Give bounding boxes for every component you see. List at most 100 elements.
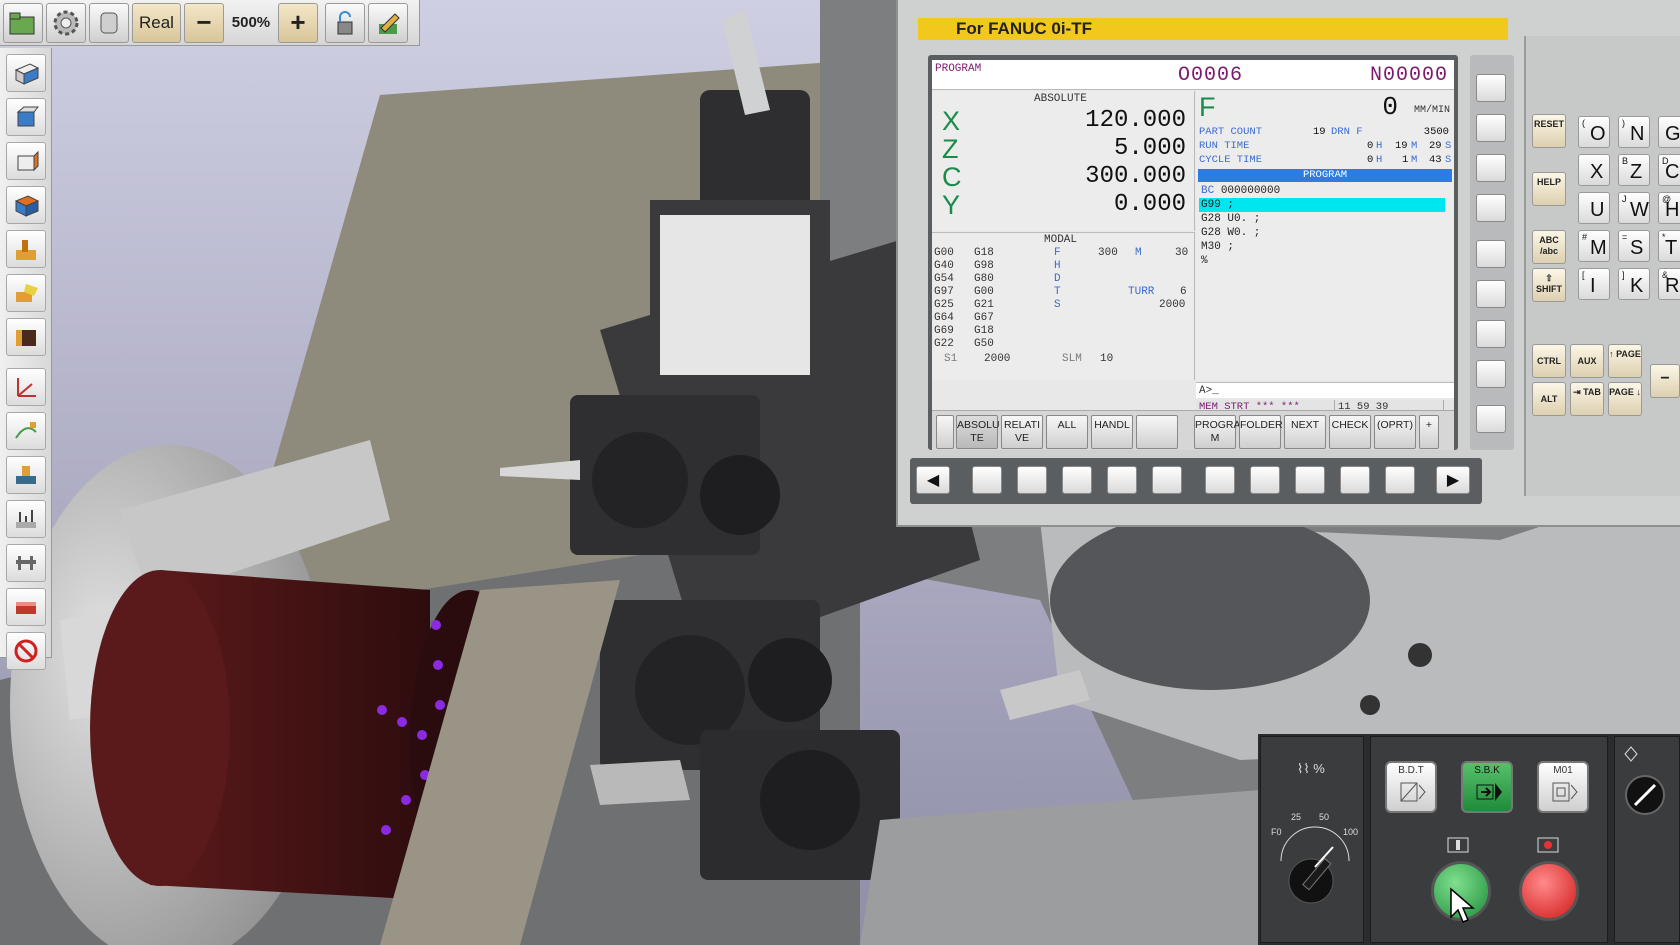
mdi-key-z[interactable]: BZ xyxy=(1618,154,1650,186)
mdi-key-t[interactable]: * T xyxy=(1658,230,1680,262)
material-button[interactable] xyxy=(6,588,46,626)
optional-stop-button[interactable]: M01 xyxy=(1537,761,1589,813)
cnc-control-panel: For FANUC 0i-TF PROGRAM O0006 N00000 ABS… xyxy=(896,0,1680,527)
mdi-key-o[interactable]: (O xyxy=(1578,116,1610,148)
softkey-prev-button[interactable]: ◀ xyxy=(916,466,950,494)
softkey-folder[interactable]: FOLDER xyxy=(1239,415,1283,449)
workpiece-button[interactable] xyxy=(6,274,46,312)
coordinate-button[interactable] xyxy=(6,368,46,406)
side-key[interactable] xyxy=(1476,114,1506,142)
mdi-key-r[interactable]: & R xyxy=(1658,268,1680,300)
aux-key[interactable]: AUX xyxy=(1570,344,1604,378)
softkey-button[interactable] xyxy=(1017,466,1047,494)
page-down-key[interactable]: PAGE ↓ xyxy=(1608,382,1642,416)
softkey-button[interactable] xyxy=(1152,466,1182,494)
mdi-key-n[interactable]: ) N xyxy=(1618,116,1650,148)
softkey-button[interactable] xyxy=(1295,466,1325,494)
mdi-key-h[interactable]: @ H xyxy=(1658,192,1680,224)
side-key[interactable] xyxy=(1476,240,1506,268)
softkey-program[interactable]: PROGRA M xyxy=(1194,415,1241,449)
caliper-button[interactable] xyxy=(6,544,46,582)
tab-key[interactable]: ⇥ TAB xyxy=(1570,382,1604,416)
unlock-button[interactable] xyxy=(324,2,365,43)
drn-value: 3500 xyxy=(1423,126,1449,138)
side-key[interactable] xyxy=(1476,154,1506,182)
softkey-blank[interactable] xyxy=(1136,415,1178,449)
program-listing[interactable]: BC 000000000 G99 ; G28 U0. ; G28 W0. ; M… xyxy=(1199,184,1451,268)
alt-key[interactable]: ALT xyxy=(1532,382,1566,416)
view-side-button[interactable] xyxy=(6,142,46,180)
machine-button[interactable] xyxy=(6,230,46,268)
softkey-button[interactable] xyxy=(1205,466,1235,494)
softkey-all[interactable]: ALL xyxy=(1046,415,1088,449)
softkey-next-button[interactable]: ▶ xyxy=(1436,466,1470,494)
softkey-absolute[interactable]: ABSOLU TE xyxy=(956,415,1000,449)
softkey-button[interactable] xyxy=(1250,466,1280,494)
softkey-button[interactable] xyxy=(1340,466,1370,494)
view-front-button[interactable] xyxy=(6,98,46,136)
s1-value: 2000 xyxy=(984,353,1011,365)
tool-edit-button[interactable] xyxy=(367,2,408,43)
toolpath-button[interactable] xyxy=(6,412,46,450)
block-delete-button[interactable]: B.D.T xyxy=(1385,761,1437,813)
feed-override-dial[interactable] xyxy=(1273,819,1357,919)
program-line[interactable]: G28 U0. ; xyxy=(1199,212,1451,226)
softkey-button[interactable] xyxy=(972,466,1002,494)
mdi-key-i[interactable]: [I xyxy=(1578,268,1610,300)
softkey-relative[interactable]: RELATI VE xyxy=(1001,415,1043,449)
mdi-key-c[interactable]: DC xyxy=(1658,154,1680,186)
mdi-key-k[interactable]: ] K xyxy=(1618,268,1650,300)
softkey-plus[interactable]: + xyxy=(1419,415,1439,449)
program-line-current[interactable]: G99 ; xyxy=(1199,198,1445,212)
softkey-check[interactable]: CHECK xyxy=(1329,415,1371,449)
mdi-key-x[interactable]: X xyxy=(1578,154,1610,186)
program-line[interactable]: M30 ; xyxy=(1199,240,1451,254)
minus-key[interactable]: − xyxy=(1650,364,1680,398)
side-key[interactable] xyxy=(1476,194,1506,222)
softkey-button[interactable] xyxy=(1385,466,1415,494)
mdi-key-w[interactable]: JW xyxy=(1618,192,1650,224)
mdi-key-m[interactable]: # M xyxy=(1578,230,1610,262)
run-minutes: 19 xyxy=(1395,140,1408,152)
mdi-key-s[interactable]: = S xyxy=(1618,230,1650,262)
side-key[interactable] xyxy=(1476,74,1506,102)
open-file-button[interactable] xyxy=(3,2,43,43)
settings-button[interactable] xyxy=(46,2,86,43)
single-block-button[interactable]: S.B.K xyxy=(1461,761,1513,813)
feed-hold-button[interactable] xyxy=(1519,861,1579,921)
unit-h: H xyxy=(1376,140,1383,152)
mouse-cursor-icon xyxy=(1450,887,1476,923)
softkey-button[interactable] xyxy=(1107,466,1137,494)
handwheel-knob[interactable] xyxy=(1625,775,1665,815)
reset-key[interactable]: RESET xyxy=(1532,114,1566,148)
ctrl-key[interactable]: CTRL xyxy=(1532,344,1566,378)
abc-key[interactable]: ABC /abc xyxy=(1532,230,1566,264)
softkey-handle[interactable]: HANDL xyxy=(1091,415,1133,449)
softkey-button[interactable] xyxy=(1062,466,1092,494)
mdi-key-g[interactable]: G xyxy=(1658,116,1680,148)
program-line[interactable]: % xyxy=(1199,254,1451,268)
view-top-button[interactable] xyxy=(6,186,46,224)
side-key[interactable] xyxy=(1476,360,1506,388)
page-up-key[interactable]: ↑ PAGE xyxy=(1608,344,1642,378)
view-iso-button[interactable] xyxy=(6,54,46,92)
side-key[interactable] xyxy=(1476,320,1506,348)
real-mode-button[interactable]: Real xyxy=(132,2,181,43)
measure-button[interactable] xyxy=(6,500,46,538)
mdi-key-u[interactable]: U xyxy=(1578,192,1610,224)
stock-button[interactable] xyxy=(6,318,46,356)
softkey-next[interactable]: NEXT xyxy=(1284,415,1326,449)
help-key[interactable]: HELP xyxy=(1532,172,1566,206)
program-line[interactable]: G28 W0. ; xyxy=(1199,226,1451,240)
zoom-in-button[interactable]: + xyxy=(277,2,318,43)
view-button[interactable] xyxy=(89,2,129,43)
zoom-out-button[interactable]: − xyxy=(183,2,224,43)
shift-key[interactable]: ⇧ SHIFT xyxy=(1532,268,1566,302)
softkey-left-edge[interactable] xyxy=(936,415,954,449)
side-key[interactable] xyxy=(1476,280,1506,308)
side-key[interactable] xyxy=(1476,405,1506,433)
stop-simulation-button[interactable] xyxy=(6,632,46,670)
softkey-operation[interactable]: (OPRT) xyxy=(1374,415,1416,449)
fixture-button[interactable] xyxy=(6,456,46,494)
input-buffer[interactable]: A>_ xyxy=(1196,382,1454,398)
